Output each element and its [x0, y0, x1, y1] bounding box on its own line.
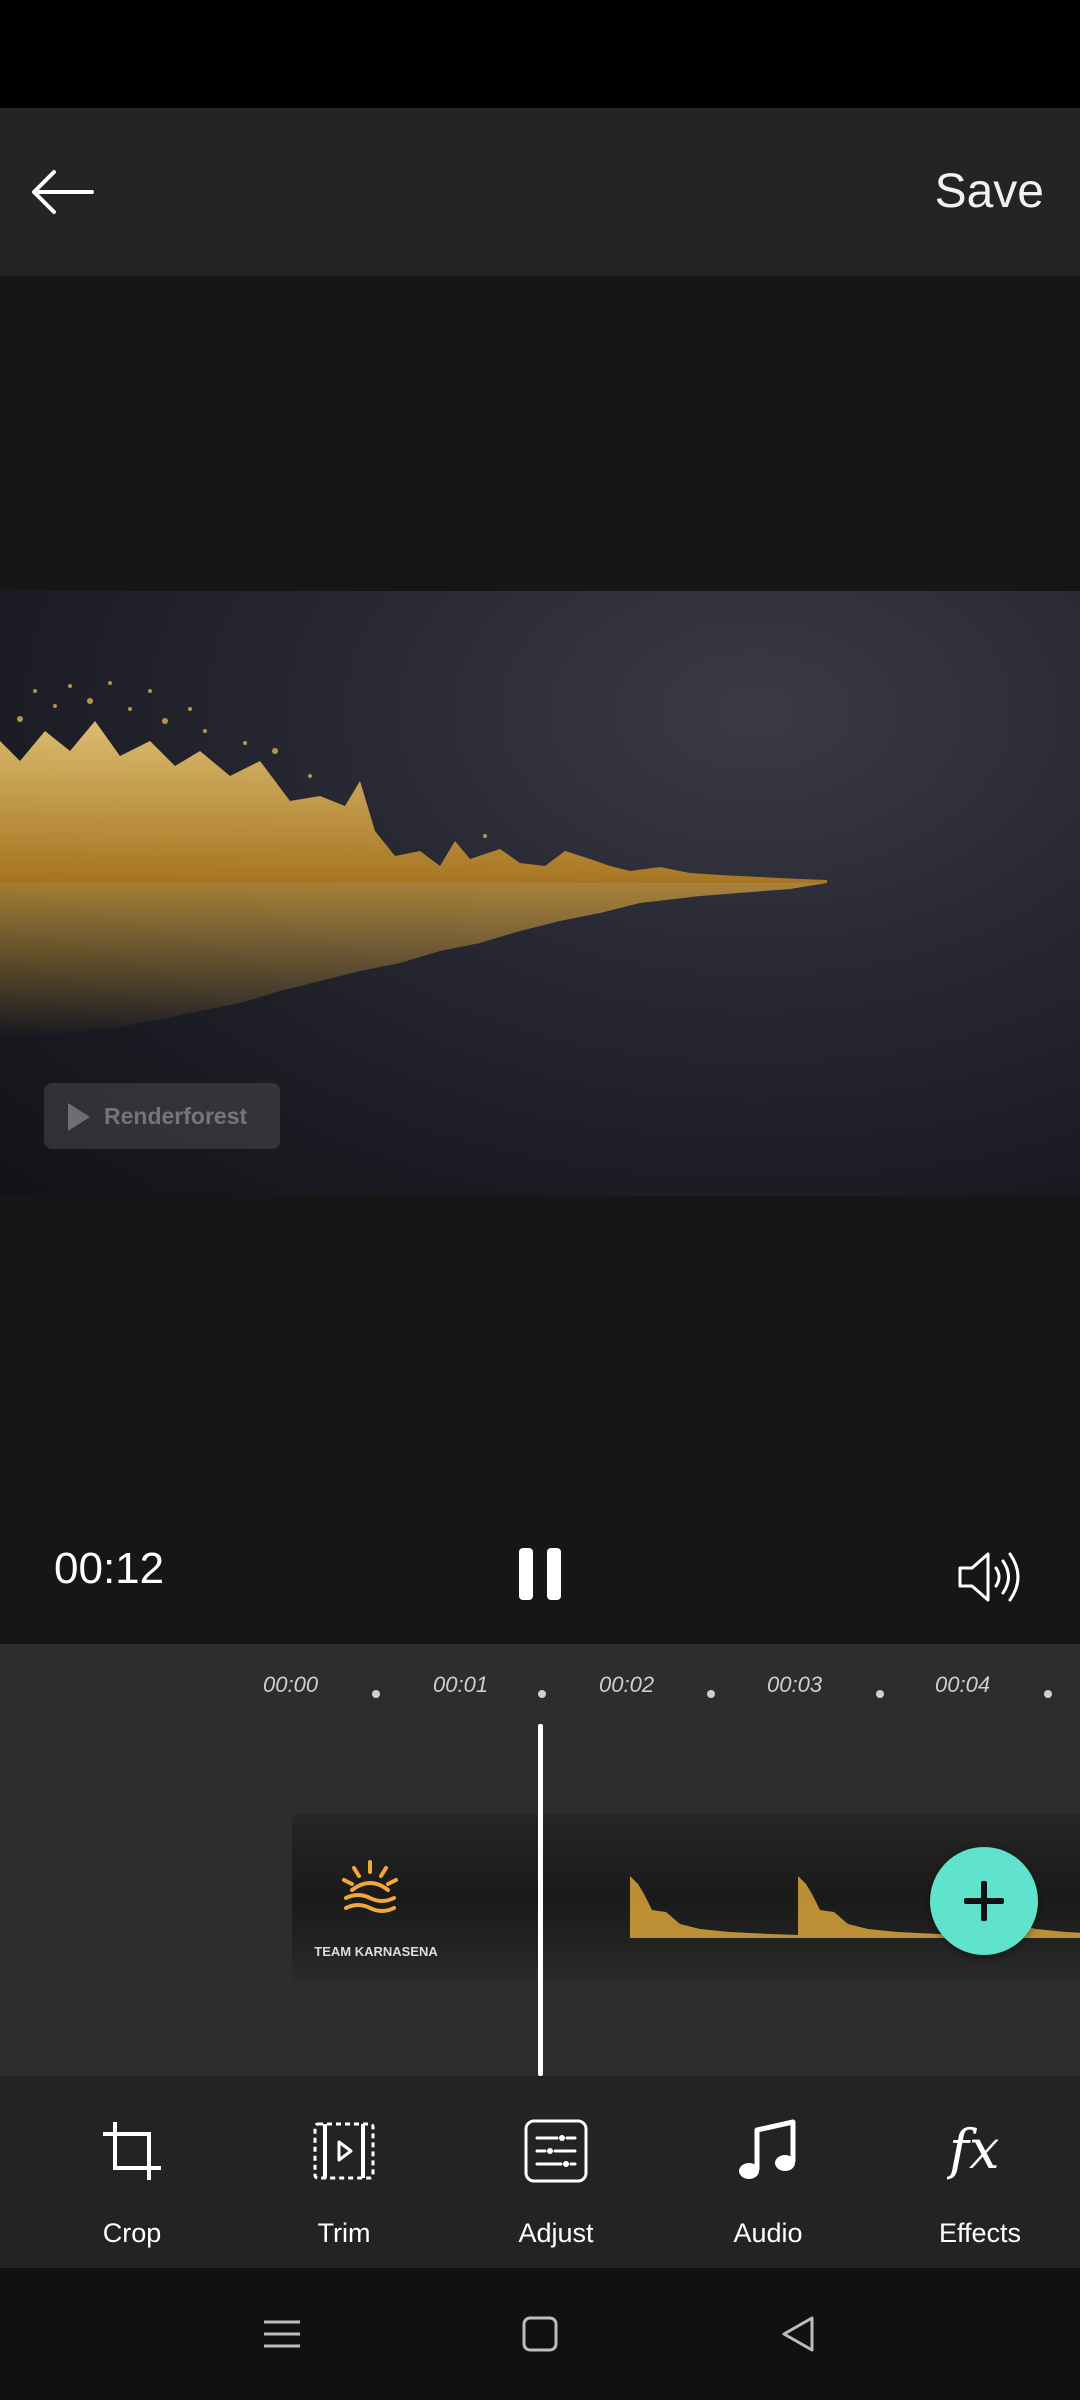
menu-lines-icon	[264, 2320, 300, 2348]
home-button[interactable]	[518, 2312, 562, 2356]
tick-dot	[372, 1690, 380, 1698]
time-tick: 00:04	[935, 1672, 991, 1697]
trim-button[interactable]: Trim	[238, 2076, 450, 2268]
tick-dot	[707, 1690, 715, 1698]
speaker-icon	[958, 1552, 1020, 1602]
sun-waves-logo-icon	[342, 1860, 398, 1913]
title-clip-text: TEAM KARNASENA	[314, 1944, 438, 1959]
triangle-back-icon	[782, 2316, 814, 2352]
adjust-label: Adjust	[518, 2218, 594, 2248]
clip-thumbnail[interactable]	[630, 1814, 798, 1982]
pause-button[interactable]	[519, 1548, 561, 1600]
watermark-text: Renderforest	[104, 1103, 248, 1129]
time-tick: 00:03	[767, 1672, 823, 1697]
playback-controls: 00:12	[0, 1500, 1080, 1644]
timeline[interactable]: 00:00 00:01 00:02 00:03 00:04 TEAM KARNA…	[0, 1644, 1080, 2076]
tick-dot	[538, 1690, 546, 1698]
save-button[interactable]: Save	[935, 162, 1044, 222]
back-button[interactable]	[26, 162, 102, 222]
video-frame[interactable]: Renderforest	[0, 591, 1080, 1196]
time-tick: 00:01	[433, 1672, 489, 1697]
arrow-left-icon	[32, 170, 94, 214]
square-icon	[522, 2316, 558, 2352]
top-bar: Save	[0, 108, 1080, 276]
adjust-button[interactable]: Adjust	[450, 2076, 662, 2268]
fx-icon: fx	[947, 2118, 999, 2181]
time-ruler: 00:00 00:01 00:02 00:03 00:04	[0, 1672, 1080, 1722]
music-note-icon	[739, 2119, 796, 2179]
tick-dot	[876, 1690, 884, 1698]
adjust-icon	[524, 2119, 588, 2183]
crop-button[interactable]: Crop	[26, 2076, 238, 2268]
audio-label: Audio	[733, 2218, 803, 2248]
add-clip-button[interactable]	[930, 1847, 1038, 1955]
title-clip-thumbnail[interactable]: TEAM KARNASENA	[292, 1814, 460, 1982]
volume-button[interactable]	[956, 1546, 1022, 1608]
audio-button[interactable]: Audio	[662, 2076, 874, 2268]
system-nav-bar	[0, 2268, 1080, 2400]
crop-icon	[103, 2122, 161, 2180]
effects-button[interactable]: fx Effects	[874, 2076, 1080, 2268]
sparkle-thumbnail	[630, 1876, 798, 1938]
edit-toolbar: Crop Trim Adjust Audio fx Effects	[0, 2076, 1080, 2268]
effects-label: Effects	[938, 2218, 1022, 2248]
recents-button[interactable]	[260, 2312, 304, 2356]
time-tick: 00:00	[263, 1672, 319, 1697]
time-tick: 00:02	[599, 1672, 655, 1697]
crop-label: Crop	[102, 2218, 162, 2248]
pause-icon	[519, 1548, 533, 1600]
playhead[interactable]	[538, 1724, 543, 2076]
video-preview-area: Renderforest	[0, 276, 1080, 1644]
watermark: Renderforest	[44, 1083, 280, 1149]
tick-dot	[1044, 1690, 1052, 1698]
svg-text:fx: fx	[947, 2118, 999, 2181]
back-nav-button[interactable]	[776, 2312, 820, 2356]
play-icon	[68, 1103, 90, 1131]
current-time: 00:12	[54, 1544, 165, 1593]
trim-label: Trim	[317, 2218, 371, 2248]
status-bar	[0, 0, 1080, 108]
trim-icon	[313, 2122, 375, 2180]
clip-thumbnail[interactable]	[460, 1814, 630, 1982]
pause-icon-bar	[547, 1548, 561, 1600]
